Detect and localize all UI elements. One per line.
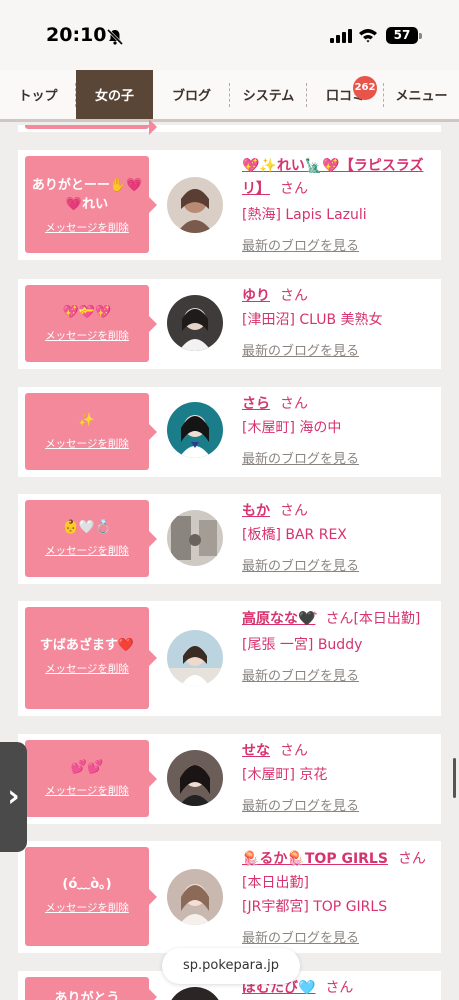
girl-name-link[interactable]: ゆり (242, 288, 270, 304)
avatar[interactable] (167, 869, 223, 925)
girl-name-link[interactable]: 💖✨れい🗽💖【ラピスラズリ】 (242, 158, 423, 197)
side-drawer-handle[interactable]: › (0, 742, 27, 852)
scrollbar[interactable] (453, 758, 456, 798)
honorific: さん (325, 611, 354, 627)
delete-message-link[interactable]: メッセージを削除 (25, 328, 149, 343)
message-text: 💖💝💖 (62, 305, 112, 320)
list-item: 💖💝💖 メッセージを削除 ゆり さん [津田沼] CLUB 美熟女 最新のブログを… (18, 279, 441, 369)
latest-blog-link[interactable]: 最新のブログを見る (242, 235, 438, 254)
message-bubble: 💕💕 メッセージを削除 (25, 740, 157, 817)
honorific: さん (280, 181, 308, 197)
girl-info: 🪼るか🪼TOP GIRLS さん [本日出勤] [JR宇都宮] TOP GIRLS… (242, 848, 438, 946)
delete-message-link[interactable]: メッセージを削除 (25, 661, 149, 676)
honorific: さん (280, 288, 308, 304)
avatar[interactable] (167, 510, 223, 566)
girl-info: ゆり さん [津田沼] CLUB 美熟女 最新のブログを見る (242, 285, 438, 359)
girl-name-link[interactable]: 高原なな🖤͛ (242, 611, 315, 627)
honorific: さん (280, 396, 308, 412)
latest-blog-link[interactable]: 最新のブログを見る (242, 927, 438, 946)
message-bubble (25, 119, 157, 135)
tab-menu[interactable]: メニュー (384, 70, 459, 119)
delete-message-link[interactable]: メッセージを削除 (25, 783, 149, 798)
message-text: ありがとーー✋💗💗れい (31, 178, 143, 212)
honorific: さん (280, 503, 308, 519)
message-text: ありがとう (54, 991, 120, 1000)
girl-name-link[interactable]: さら (242, 396, 270, 412)
bell-off-icon (106, 28, 124, 46)
avatar[interactable] (167, 987, 223, 1000)
working-today: [本日出勤] (242, 875, 309, 891)
delete-message-link[interactable]: メッセージを削除 (25, 436, 149, 451)
avatar[interactable] (167, 402, 223, 458)
latest-blog-link[interactable]: 最新のブログを見る (242, 795, 438, 814)
girl-info: 高原なな🖤͛ さん[本日出勤] [尾張 一宮] Buddy 最新のブログを見る (242, 607, 438, 684)
tab-system[interactable]: システム (230, 70, 307, 119)
wifi-icon (359, 29, 377, 43)
message-text: すばあざます❤️ (39, 638, 135, 653)
message-bubble: ありがとう (25, 977, 157, 1000)
tab-blog[interactable]: ブログ (153, 70, 230, 119)
message-text: 👶🤍💍 (62, 520, 112, 535)
message-bubble: ありがとーー✋💗💗れい メッセージを削除 (25, 156, 157, 253)
message-bubble: (ó﹏ò｡) メッセージを削除 (25, 847, 157, 946)
review-count-badge: 262 (353, 76, 377, 100)
shop-name: [尾張 一宮] Buddy (242, 637, 363, 653)
shop-name: [津田沼] CLUB 美熟女 (242, 312, 383, 328)
shop-name: [熱海] Lapis Lazuli (242, 207, 367, 223)
girl-info: さら さん [木屋町] 海の中 最新のブログを見る (242, 393, 438, 467)
girl-name-link[interactable]: もか (242, 503, 270, 519)
working-today: [本日出勤] (353, 611, 421, 627)
message-text: ✨ (78, 413, 96, 428)
list-item: ✨ メッセージを削除 さら さん [木屋町] 海の中 最新のブログを見る (18, 387, 441, 477)
message-bubble: すばあざます❤️ メッセージを削除 (25, 607, 157, 709)
list-item: すばあざます❤️ メッセージを削除 高原なな🖤͛ さん[本日出勤] [尾張 一宮]… (18, 601, 441, 716)
battery-tip (419, 33, 422, 39)
girl-info: もか さん [板橋] BAR REX 最新のブログを見る (242, 500, 438, 574)
latest-blog-link[interactable]: 最新のブログを見る (242, 665, 438, 684)
url-bar[interactable]: sp.pokepara.jp (162, 948, 300, 984)
tab-girls[interactable]: 女の子 (76, 70, 153, 119)
list-item: 💕💕 メッセージを削除 せな さん [木屋町] 京花 最新のブログを見る (18, 734, 441, 824)
shop-name: [JR宇都宮] TOP GIRLS (242, 899, 388, 915)
message-bubble: ✨ メッセージを削除 (25, 393, 157, 470)
girl-name-link[interactable]: せな (242, 743, 270, 759)
girl-name-link[interactable]: 🪼るか🪼TOP GIRLS (242, 851, 388, 867)
honorific: さん (325, 980, 354, 996)
avatar[interactable] (167, 750, 223, 806)
avatar[interactable] (167, 630, 223, 686)
shop-name: [木屋町] 京花 (242, 767, 328, 783)
tab-top[interactable]: トップ (0, 70, 76, 119)
main-nav: トップ 女の子 ブログ システム 口コミ メニュー (0, 70, 459, 122)
message-text: 💕💕 (70, 760, 104, 775)
avatar[interactable] (167, 177, 223, 233)
latest-blog-link[interactable]: 最新のブログを見る (242, 555, 438, 574)
delete-message-link[interactable]: メッセージを削除 (25, 543, 149, 558)
avatar[interactable] (167, 295, 223, 351)
honorific: さん (397, 851, 426, 867)
list-item: ありがとーー✋💗💗れい メッセージを削除 💖✨れい🗽💖【ラピスラズリ】 さん [熱… (18, 150, 441, 260)
girl-info: 💖✨れい🗽💖【ラピスラズリ】 さん [熱海] Lapis Lazuli 最新のブロ… (242, 154, 438, 254)
shop-name: [板橋] BAR REX (242, 527, 347, 543)
delete-message-link[interactable]: メッセージを削除 (25, 900, 149, 915)
shop-name: [木屋町] 海の中 (242, 420, 342, 436)
list-item (18, 119, 441, 135)
latest-blog-link[interactable]: 最新のブログを見る (242, 340, 438, 359)
status-time: 20:10 (46, 24, 107, 46)
battery-icon: 57 (386, 27, 418, 44)
latest-blog-link[interactable]: 最新のブログを見る (242, 448, 438, 467)
delete-message-link[interactable]: メッセージを削除 (25, 220, 149, 235)
message-bubble: 👶🤍💍 メッセージを削除 (25, 500, 157, 577)
honorific: さん (280, 743, 308, 759)
status-bar: 20:10 57 (0, 0, 459, 70)
list-item: 👶🤍💍 メッセージを削除 もか さん [板橋] BAR REX 最新のブログを見る (18, 494, 441, 584)
list-item: (ó﹏ò｡) メッセージを削除 🪼るか🪼TOP GIRLS さん [本日出勤] [… (18, 841, 441, 953)
girl-info: せな さん [木屋町] 京花 最新のブログを見る (242, 740, 438, 814)
signal-icon (330, 29, 352, 43)
message-bubble: 💖💝💖 メッセージを削除 (25, 285, 157, 362)
message-text: (ó﹏ò｡) (62, 877, 112, 892)
